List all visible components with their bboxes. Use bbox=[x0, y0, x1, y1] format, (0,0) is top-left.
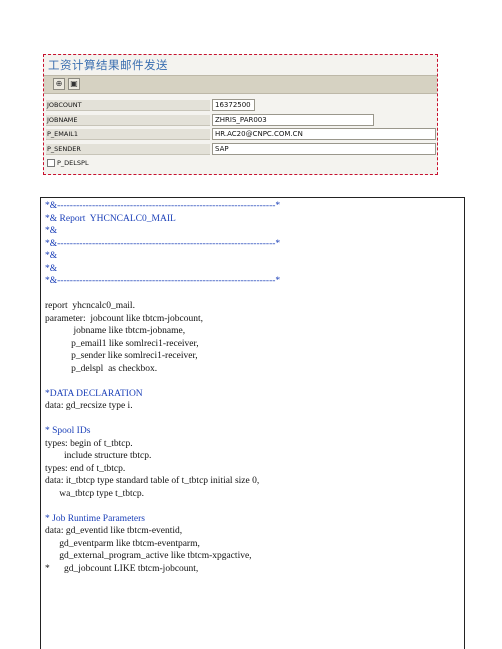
jobcount-row: JOBCOUNT 16372500 bbox=[44, 98, 437, 112]
sender-row: P_SENDER SAP bbox=[44, 142, 437, 156]
code-line: data: gd_eventid like tbtcm-eventid, bbox=[45, 526, 183, 536]
code-line: *&--------------------------------------… bbox=[45, 238, 281, 249]
code-block bbox=[40, 197, 465, 649]
email-row: P_EMAIL1 HR.AC20@CNPC.COM.CN bbox=[44, 127, 437, 141]
code-line: *&--------------------------------------… bbox=[45, 201, 281, 211]
code-line: types: end of t_tbtcp. bbox=[45, 463, 126, 474]
sender-label: P_SENDER bbox=[46, 144, 210, 155]
code-line: p_sender like somlreci1-receiver, bbox=[45, 351, 198, 361]
code-line: *& bbox=[45, 251, 58, 261]
jobcount-label: JOBCOUNT bbox=[46, 100, 210, 111]
application-toolbar: ⊕ ▣ bbox=[44, 75, 437, 94]
screen-title: 工资计算结果邮件发送 bbox=[48, 58, 168, 72]
email-label: P_EMAIL1 bbox=[46, 129, 210, 140]
code-line: data: gd_recsize type i. bbox=[45, 401, 133, 411]
sender-field[interactable]: SAP bbox=[212, 143, 436, 155]
code-line: *& bbox=[45, 263, 58, 274]
code-line: *& Report YHCNCALC0_MAIL bbox=[45, 213, 176, 224]
code-line: wa_tbtcp type t_tbtcp. bbox=[45, 488, 144, 499]
delspl-checkbox[interactable] bbox=[47, 159, 55, 167]
code-line: *& bbox=[45, 226, 58, 236]
jobname-field[interactable]: ZHRIS_PAR003 bbox=[212, 114, 374, 126]
email-field[interactable]: HR.AC20@CNPC.COM.CN bbox=[212, 128, 436, 140]
code-line: parameter: jobcount like tbtcm-jobcount, bbox=[45, 313, 204, 324]
code-line: *DATA DECLARATION bbox=[45, 388, 143, 399]
code-line: jobname like tbtcm-jobname, bbox=[45, 326, 186, 336]
get-variant-icon[interactable]: ▣ bbox=[68, 78, 80, 90]
code-line: data: it_tbtcp type standard table of t_… bbox=[45, 476, 260, 486]
code-line: gd_eventparm like tbtcm-eventparm, bbox=[45, 538, 200, 549]
delspl-row: P_DELSPL bbox=[44, 156, 437, 170]
jobname-row: JOBNAME ZHRIS_PAR003 bbox=[44, 113, 437, 127]
code-line: p_delspl as checkbox. bbox=[45, 363, 158, 374]
code-line: gd_external_program_active like tbtcm-xp… bbox=[45, 551, 252, 561]
code-line: include structure tbtcp. bbox=[45, 451, 152, 461]
code-line: p_email1 like somlreci1-receiver, bbox=[45, 338, 199, 349]
delspl-label: P_DELSPL bbox=[57, 159, 89, 167]
code-line: types: begin of t_tbtcp. bbox=[45, 438, 133, 449]
code-line: * Job Runtime Parameters bbox=[45, 513, 145, 524]
jobcount-field[interactable]: 16372500 bbox=[212, 99, 255, 111]
code-line: * Spool IDs bbox=[45, 426, 91, 436]
execute-icon[interactable]: ⊕ bbox=[53, 78, 65, 90]
jobname-label: JOBNAME bbox=[46, 115, 210, 126]
code-line: *&--------------------------------------… bbox=[45, 276, 281, 286]
code-line: report yhcncalc0_mail. bbox=[45, 301, 135, 311]
code-line: * gd_jobcount LIKE tbtcm-jobcount, bbox=[45, 563, 199, 574]
